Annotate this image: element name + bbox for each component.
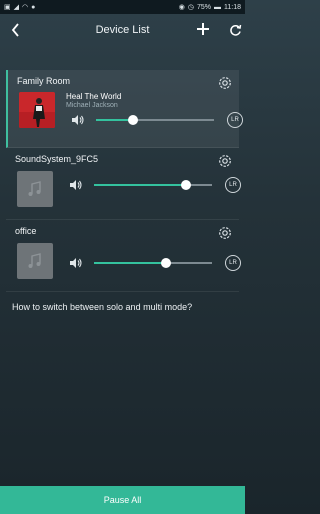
device-card-soundsystem[interactable]: SoundSystem_9FC5 LR xyxy=(6,148,241,220)
music-note-icon xyxy=(28,181,41,196)
gear-icon[interactable] xyxy=(217,225,233,241)
add-device-button[interactable] xyxy=(193,19,213,39)
refresh-icon xyxy=(229,24,241,36)
volume-slider[interactable] xyxy=(96,114,214,126)
song-title: Heal The World xyxy=(66,92,122,101)
volume-fill xyxy=(94,184,187,186)
volume-slider[interactable] xyxy=(94,179,212,191)
back-button[interactable] xyxy=(6,20,24,40)
volume-thumb[interactable] xyxy=(127,115,138,125)
notification-icon: ▣ xyxy=(4,3,11,11)
battery-percent: 75% xyxy=(196,3,211,11)
top-bar: Device List xyxy=(0,14,245,46)
volume-fill xyxy=(94,262,166,264)
clock: 11:18 xyxy=(224,3,241,11)
volume-thumb[interactable] xyxy=(160,258,171,268)
battery-icon: ▬ xyxy=(214,3,221,11)
pause-all-button[interactable]: Pause All xyxy=(0,486,245,514)
status-right: ◉ ◷ 75% ▬ 11:18 xyxy=(179,4,241,11)
gear-icon[interactable] xyxy=(217,153,233,169)
device-card-family-room[interactable]: Family Room Heal The World Michael Jacks… xyxy=(6,70,243,148)
solo-multi-help-link[interactable]: How to switch between solo and multi mod… xyxy=(0,292,245,312)
signal-icon: ◢ xyxy=(13,3,20,11)
app-icon: ● xyxy=(31,3,36,11)
music-note-icon xyxy=(28,253,41,268)
volume-icon[interactable] xyxy=(69,257,83,269)
gear-icon[interactable] xyxy=(217,75,233,91)
volume-icon[interactable] xyxy=(69,179,83,191)
device-card-office[interactable]: office LR xyxy=(6,220,241,292)
album-art-image xyxy=(19,92,55,128)
plus-icon xyxy=(197,23,209,35)
device-name: SoundSystem_9FC5 xyxy=(15,154,99,164)
volume-thumb[interactable] xyxy=(181,180,192,190)
volume-icon[interactable] xyxy=(71,114,85,126)
album-art-placeholder xyxy=(17,243,53,279)
channel-button[interactable]: LR xyxy=(225,255,241,271)
device-name: Family Room xyxy=(17,76,71,86)
album-art xyxy=(19,92,55,128)
nfc-icon: ◉ xyxy=(178,3,185,11)
chevron-left-icon xyxy=(11,23,19,37)
volume-slider[interactable] xyxy=(94,257,212,269)
artist-name: Michael Jackson xyxy=(66,102,118,109)
alarm-icon: ◷ xyxy=(187,3,194,11)
channel-button[interactable]: LR xyxy=(227,112,243,128)
status-bar: ▣ ◢ ◠ ● ◉ ◷ 75% ▬ 11:18 xyxy=(0,0,245,14)
channel-button[interactable]: LR xyxy=(225,177,241,193)
device-name: office xyxy=(15,226,37,236)
wifi-icon: ◠ xyxy=(22,3,29,11)
refresh-button[interactable] xyxy=(226,20,244,40)
album-art-placeholder xyxy=(17,171,53,207)
status-left-icons: ▣ ◢ ◠ ● xyxy=(4,4,35,11)
